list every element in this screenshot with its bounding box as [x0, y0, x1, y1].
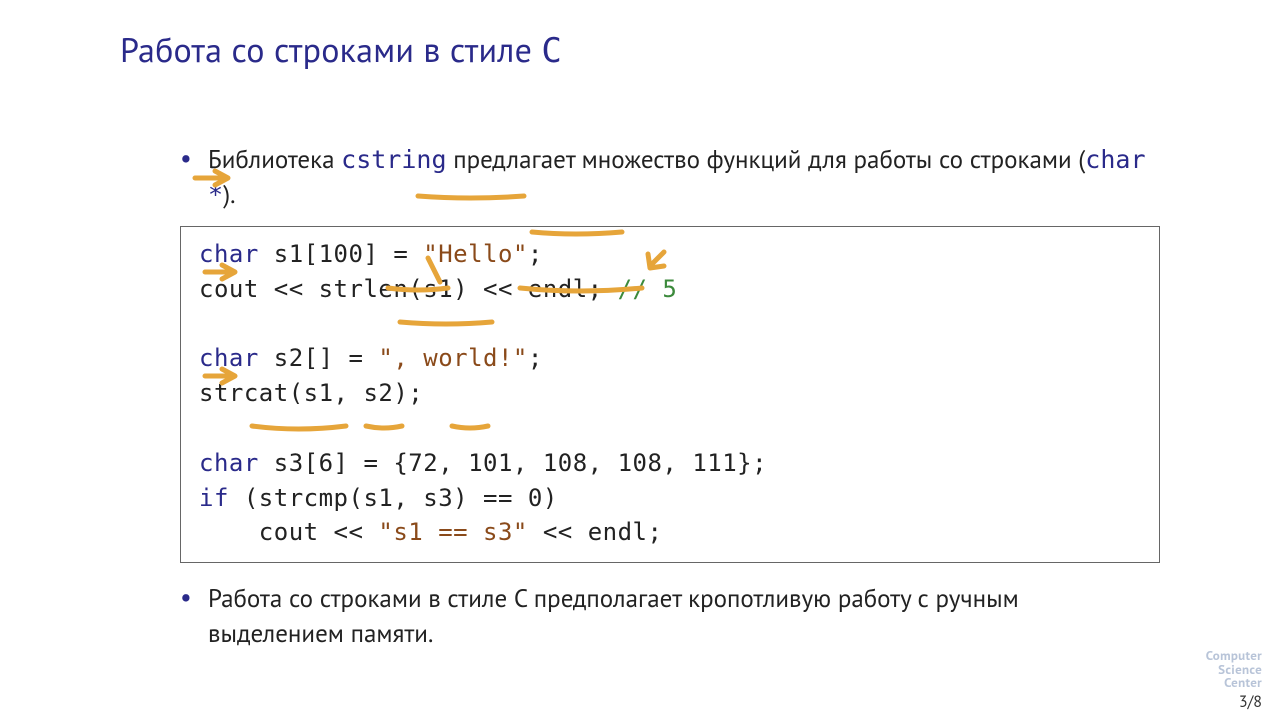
bullet1-text-c: ). — [223, 178, 235, 210]
page-number: 3/8 — [1206, 692, 1262, 712]
title-text: Работа со строками в стиле — [120, 28, 541, 72]
code-l7a: cout << — [199, 518, 378, 546]
bullet1-text-b: предлагает множество функций для работы … — [447, 143, 1086, 175]
str-world: ", world!" — [378, 344, 528, 372]
kw-char-2: char — [199, 344, 259, 372]
bullet1-text-a: Библиотека — [208, 143, 341, 175]
kw-char-1: char — [199, 240, 259, 268]
bullet-item-2: Работа со строками в стиле C предполагае… — [180, 581, 1160, 651]
code-l4: strcat(s1, s2); — [199, 379, 423, 407]
code-block: char s1[100] = "Hello"; cout << strlen(s… — [180, 226, 1160, 563]
kw-char-3: char — [199, 449, 259, 477]
logo: Computer Science Center — [1206, 649, 1262, 690]
code-l3d: ; — [528, 344, 543, 372]
code-l3b: s2[] = — [259, 344, 379, 372]
code-l6b: (strcmp(s1, s3) == 0) — [229, 484, 558, 512]
bullet-list: Библиотека cstring предлагает множество … — [180, 142, 1160, 212]
code-l1b: s1[100] = — [259, 240, 423, 268]
slide: Работа со строками в стиле C Библиотека … — [0, 0, 1280, 720]
logo-line-3: Center — [1206, 676, 1262, 690]
title-code: C — [541, 31, 562, 71]
cmt-five: // 5 — [618, 275, 678, 303]
slide-footer: Computer Science Center 3/8 — [1206, 649, 1262, 712]
code-l5b: s3[6] = {72, 101, 108, 108, 111}; — [259, 449, 767, 477]
str-s1s3: "s1 == s3" — [378, 518, 528, 546]
code-l2a: cout << strlen(s1) << endl; — [199, 275, 618, 303]
bullet-list-2: Работа со строками в стиле C предполагае… — [180, 581, 1160, 651]
slide-title: Работа со строками в стиле C — [120, 28, 1160, 72]
bullet2-text: Работа со строками в стиле C предполагае… — [208, 582, 1019, 649]
str-hello: "Hello" — [423, 240, 528, 268]
code-l1d: ; — [528, 240, 543, 268]
code-l7c: << endl; — [528, 518, 663, 546]
kw-if: if — [199, 484, 229, 512]
bullet-item-1: Библиотека cstring предлагает множество … — [180, 142, 1160, 212]
inline-code-cstring: cstring — [341, 145, 446, 174]
